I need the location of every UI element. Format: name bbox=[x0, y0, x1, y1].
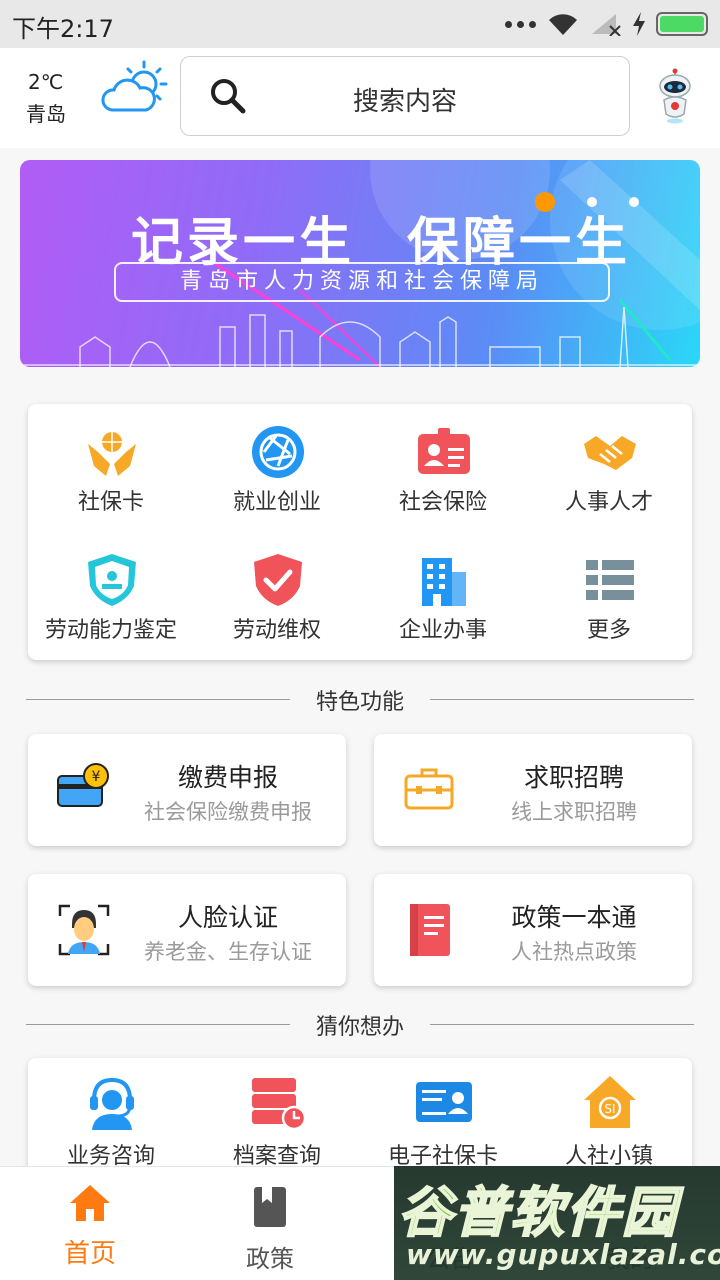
home-icon bbox=[70, 1185, 110, 1221]
service-social-card[interactable]: 社保卡 bbox=[28, 404, 194, 532]
header: 2℃ 青岛 搜索内容 bbox=[0, 48, 720, 148]
list-icon bbox=[586, 560, 634, 600]
service-label: 社会保险 bbox=[398, 490, 487, 515]
feature-title: 政策一本通 bbox=[511, 903, 637, 932]
battery-icon bbox=[656, 12, 708, 36]
feature-policy-guide[interactable]: 政策一本通 人社热点政策 bbox=[374, 874, 692, 986]
pagination-dot-active[interactable] bbox=[535, 192, 555, 212]
wifi-icon bbox=[549, 14, 577, 36]
signal-icon bbox=[592, 14, 621, 36]
id-badge-icon bbox=[418, 428, 470, 474]
weather-city[interactable]: 青岛 bbox=[26, 98, 66, 127]
handshake-icon bbox=[584, 436, 636, 470]
service-labor-ability[interactable]: 劳动能力鉴定 bbox=[28, 532, 194, 660]
shield-stamp-icon bbox=[88, 554, 136, 606]
search-input[interactable]: 搜索内容 bbox=[180, 56, 630, 136]
feature-title: 人脸认证 bbox=[177, 903, 278, 932]
pagination-dot[interactable] bbox=[587, 197, 597, 207]
section-divider-guess: 猜你想办 bbox=[26, 1009, 694, 1040]
svg-text:SI: SI bbox=[604, 1102, 615, 1116]
section-title: 猜你想办 bbox=[315, 1015, 404, 1040]
status-icons bbox=[505, 10, 708, 38]
service-enterprise[interactable]: 企业办事 bbox=[360, 532, 526, 660]
banner-subtitle: 青岛市人力资源和社会保障局 bbox=[114, 262, 610, 302]
section-title: 特色功能 bbox=[315, 690, 404, 715]
watermark-logo: 谷普软件园 www.gupuxlazal.com bbox=[394, 1166, 720, 1280]
briefcase-icon bbox=[404, 768, 454, 810]
feature-title: 求职招聘 bbox=[523, 763, 624, 792]
book-icon bbox=[410, 904, 450, 956]
service-label: 劳动能力鉴定 bbox=[44, 618, 177, 643]
robot-assistant-icon[interactable] bbox=[652, 68, 698, 124]
watermark-text: 谷普软件园 bbox=[397, 1180, 678, 1245]
feature-subtitle: 社会保险缴费申报 bbox=[144, 800, 312, 824]
feature-payment-declaration[interactable]: ¥ 缴费申报 社会保险缴费申报 bbox=[28, 734, 346, 846]
feature-title: 缴费申报 bbox=[177, 763, 278, 792]
archive-clock-icon bbox=[252, 1078, 306, 1130]
tab-label: 政策 bbox=[246, 1245, 294, 1273]
bookmark-book-icon bbox=[254, 1187, 286, 1227]
banner-pagination bbox=[535, 192, 639, 212]
svg-text:¥: ¥ bbox=[92, 769, 101, 785]
city-skyline-illustration bbox=[20, 306, 700, 367]
section-divider-features: 特色功能 bbox=[26, 684, 694, 715]
more-dots-icon bbox=[505, 20, 536, 28]
e-card-icon bbox=[416, 1082, 472, 1122]
status-time: 下午2:17 bbox=[12, 15, 114, 43]
service-label: 劳动维权 bbox=[232, 618, 321, 643]
pagination-dot[interactable] bbox=[629, 197, 639, 207]
status-bar: 下午2:17 bbox=[0, 0, 720, 48]
service-label: 社保卡 bbox=[77, 490, 144, 515]
service-label: 企业办事 bbox=[398, 618, 487, 643]
feature-face-auth[interactable]: 人脸认证 养老金、生存认证 bbox=[28, 874, 346, 986]
service-label: 人事人才 bbox=[564, 490, 653, 515]
service-label: 更多 bbox=[586, 618, 631, 643]
tab-policy[interactable]: 政策 bbox=[180, 1167, 360, 1280]
headset-agent-icon bbox=[90, 1077, 134, 1130]
service-label: 就业创业 bbox=[232, 490, 321, 515]
aperture-icon bbox=[252, 426, 304, 478]
tab-label: 首页 bbox=[63, 1239, 116, 1269]
feature-subtitle: 线上求职招聘 bbox=[511, 800, 637, 824]
feature-subtitle: 养老金、生存认证 bbox=[144, 940, 312, 964]
feature-job-recruit[interactable]: 求职招聘 线上求职招聘 bbox=[374, 734, 692, 846]
service-labor-rights[interactable]: 劳动维权 bbox=[194, 532, 360, 660]
building-icon bbox=[422, 558, 466, 606]
tab-home[interactable]: 首页 bbox=[0, 1167, 180, 1280]
service-personnel-talent[interactable]: 人事人才 bbox=[526, 404, 692, 532]
watermark-url: www.gupuxlazal.com bbox=[406, 1238, 720, 1271]
service-social-insurance[interactable]: 社会保险 bbox=[360, 404, 526, 532]
weather-temperature: 2℃ bbox=[28, 70, 64, 94]
house-icon: SI bbox=[584, 1076, 636, 1128]
service-employment[interactable]: 就业创业 bbox=[194, 404, 360, 532]
service-more[interactable]: 更多 bbox=[526, 532, 692, 660]
search-placeholder: 搜索内容 bbox=[352, 87, 457, 117]
hands-globe-icon bbox=[88, 432, 136, 476]
services-grid: 社保卡 就业创业 社会保险 人事人才 劳动能力鉴定 劳动维权 企业办事 更多 bbox=[28, 404, 692, 660]
card-yen-icon: ¥ bbox=[57, 763, 109, 807]
charging-icon bbox=[633, 12, 645, 36]
shield-check-icon bbox=[254, 554, 302, 606]
feature-subtitle: 人社热点政策 bbox=[511, 940, 637, 964]
partly-cloudy-icon bbox=[101, 60, 168, 112]
face-scan-icon bbox=[58, 904, 110, 956]
